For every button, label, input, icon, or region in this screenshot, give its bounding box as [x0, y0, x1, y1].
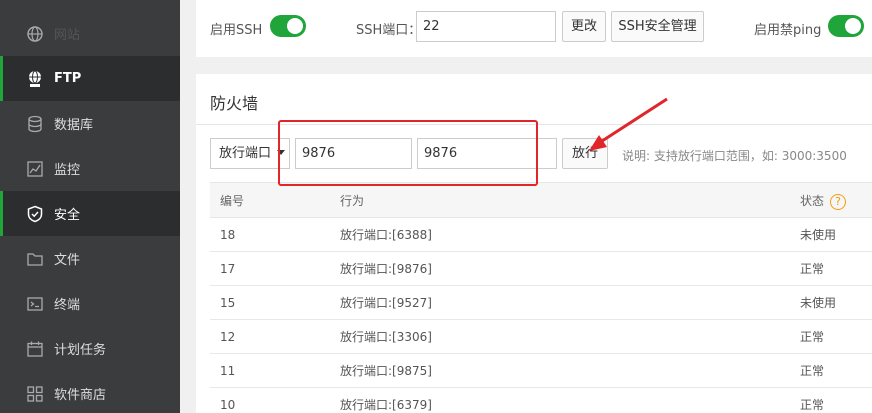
monitor-chart-icon: [26, 160, 44, 178]
sidebar-item-label: 监控: [54, 163, 81, 178]
ssh-settings-bar: 启用SSH SSH端口： 22 更改 SSH安全管理 启用禁ping: [196, 0, 872, 57]
sidebar-item-website[interactable]: 网站: [0, 11, 180, 56]
sidebar-item-store[interactable]: 软件商店: [0, 371, 180, 413]
sidebar: 网站 FTP 数据库 监控 安全 文件 终端 计划任务 软件商店: [0, 0, 180, 413]
table-row: 18 放行端口:[6388] 未使用: [210, 218, 872, 252]
sidebar-item-label: 安全: [54, 208, 81, 223]
rule-action: 放行端口:[9875]: [340, 364, 432, 378]
ssh-manage-button[interactable]: SSH安全管理: [611, 11, 704, 42]
terminal-icon: [26, 295, 44, 313]
table-row: 11 放行端口:[9875] 正常: [210, 354, 872, 388]
sidebar-item-security[interactable]: 安全: [0, 191, 180, 236]
table-header: 编号 行为 状态?: [210, 182, 872, 218]
sidebar-item-label: FTP: [54, 71, 82, 86]
database-icon: [26, 115, 44, 133]
column-id: 编号: [220, 194, 245, 208]
annotation-arrow-icon: [589, 97, 668, 151]
rule-action: 放行端口:[3306]: [340, 330, 432, 344]
globe-icon: [26, 25, 44, 43]
rule-status: 正常: [800, 262, 825, 276]
main-content: 启用SSH SSH端口： 22 更改 SSH安全管理 启用禁ping 防火墙 放…: [180, 0, 872, 413]
rule-action: 放行端口:[6379]: [340, 398, 432, 412]
rule-id: 11: [220, 364, 236, 378]
sidebar-item-label: 文件: [54, 253, 81, 268]
ftp-globe-icon: [26, 70, 44, 88]
rule-id: 17: [220, 262, 236, 276]
shield-icon: [26, 205, 44, 223]
table-row: 12 放行端口:[3306] 正常: [210, 320, 872, 354]
sidebar-item-label: 终端: [54, 298, 81, 313]
sidebar-item-label: 软件商店: [54, 388, 107, 403]
rule-action: 放行端口:[6388]: [340, 228, 432, 242]
rule-status: 未使用: [800, 228, 837, 242]
grid-icon: [26, 385, 44, 403]
panel-title: 防火墙: [210, 94, 259, 113]
sidebar-item-label: 计划任务: [54, 343, 107, 358]
rule-id: 18: [220, 228, 236, 242]
sidebar-item-ftp[interactable]: FTP: [0, 56, 180, 101]
help-icon[interactable]: ?: [830, 193, 847, 210]
highlight-box: [278, 120, 538, 186]
change-port-button[interactable]: 更改: [562, 11, 606, 42]
ping-disable-toggle[interactable]: [828, 15, 864, 37]
ping-disable-label: 启用禁ping: [754, 23, 822, 38]
table-row: 15 放行端口:[9527] 未使用: [210, 286, 872, 320]
table-row: 10 放行端口:[6379] 正常: [210, 388, 872, 413]
rule-id: 15: [220, 296, 236, 310]
sidebar-item-cron[interactable]: 计划任务: [0, 326, 180, 371]
sidebar-item-monitor[interactable]: 监控: [0, 146, 180, 191]
sidebar-item-label: 网站: [54, 28, 81, 43]
rule-id: 12: [220, 330, 236, 344]
ssh-enable-toggle[interactable]: [270, 15, 306, 37]
calendar-icon: [26, 340, 44, 358]
rule-status: 正常: [800, 330, 825, 344]
column-action: 行为: [340, 194, 365, 208]
rule-action: 放行端口:[9876]: [340, 262, 432, 276]
folder-icon: [26, 250, 44, 268]
column-status: 状态?: [800, 183, 847, 219]
sidebar-item-database[interactable]: 数据库: [0, 101, 180, 146]
ssh-enable-label: 启用SSH: [210, 23, 263, 38]
rule-status: 正常: [800, 398, 825, 412]
rule-type-value: 放行端口: [219, 146, 272, 161]
rule-status: 未使用: [800, 296, 837, 310]
sidebar-item-label: 数据库: [54, 118, 94, 133]
ssh-port-input[interactable]: 22: [416, 11, 556, 42]
table-row: 17 放行端口:[9876] 正常: [210, 252, 872, 286]
rule-action: 放行端口:[9527]: [340, 296, 432, 310]
column-status-label: 状态: [800, 194, 825, 208]
sidebar-item-files[interactable]: 文件: [0, 236, 180, 281]
ssh-port-label: SSH端口：: [356, 23, 422, 38]
rule-status: 正常: [800, 364, 825, 378]
sidebar-item-terminal[interactable]: 终端: [0, 281, 180, 326]
rule-id: 10: [220, 398, 236, 412]
